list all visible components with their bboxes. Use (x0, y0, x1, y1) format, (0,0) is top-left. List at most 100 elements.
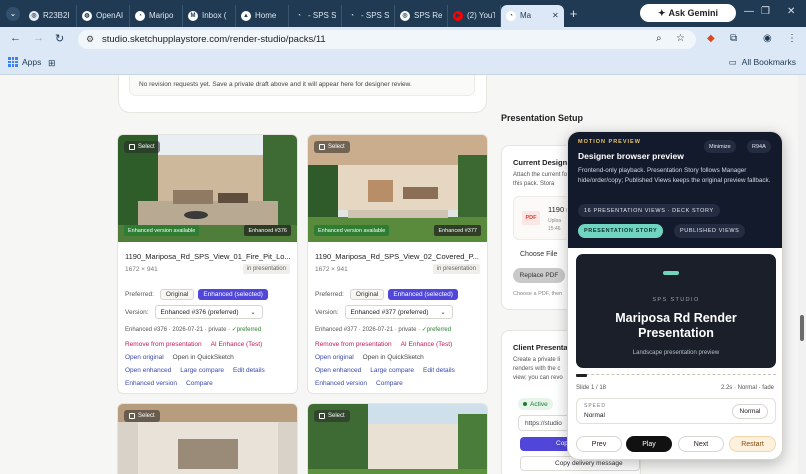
slide-progress-track[interactable] (576, 374, 776, 377)
tab-favicon-icon: ◔ (506, 10, 516, 21)
open-quicksketch-link[interactable]: Open in QuickSketch (173, 354, 234, 361)
restart-button[interactable]: Restart (729, 436, 776, 452)
tab-published-views[interactable]: PUBLISHED VIEWS (674, 224, 746, 238)
tab-list: ◎ R23B2I ◍ OpenAI ◔ Maripo M Inbox (▲ Home ◔ - SPS… (24, 1, 564, 27)
select-checkbox[interactable]: Select (314, 141, 350, 153)
tab-groups-icon[interactable]: ⊞ (48, 58, 56, 69)
url-text[interactable]: studio.sketchupplaystore.com/render-stud… (102, 34, 326, 45)
back-icon[interactable]: ← (10, 32, 21, 44)
version-select[interactable]: Enhanced #377 (preferred) ⌄ (344, 305, 453, 319)
browser-tab[interactable]: M Inbox ( (183, 4, 236, 27)
select-checkbox[interactable]: Select (124, 410, 160, 422)
render-card: Select (117, 403, 298, 474)
choose-file-button[interactable]: Choose File (520, 251, 557, 258)
select-checkbox[interactable]: Select (124, 141, 160, 153)
tab-favicon-icon: ◎ (400, 10, 410, 21)
enhanced-version-link[interactable]: Enhanced version (315, 380, 367, 387)
select-checkbox[interactable]: Select (314, 410, 350, 422)
version-select[interactable]: Enhanced #376 (preferred) ⌄ (154, 305, 263, 319)
render-thumbnail[interactable]: Select (308, 404, 487, 474)
browser-tab[interactable]: ▲ Home (236, 4, 289, 27)
slide-title-line: Mariposa Rd Render (615, 311, 737, 325)
replace-pdf-button[interactable]: Replace PDF (513, 268, 565, 283)
preferred-row: Preferred: Original Enhanced (selected) (315, 289, 458, 300)
link-row: Open original Open in QuickSketch (315, 354, 433, 361)
page-scrollbar[interactable] (798, 75, 806, 474)
restore-window-icon[interactable]: ❐ (761, 6, 770, 17)
open-original-link[interactable]: Open original (315, 354, 354, 361)
original-chip[interactable]: Original (159, 289, 195, 300)
edit-details-link[interactable]: Edit details (423, 367, 455, 374)
tab-title: Home (255, 11, 277, 20)
bookmark-star-icon[interactable]: ☆ (676, 33, 685, 44)
minimize-window-icon[interactable]: — (744, 6, 754, 17)
profile-avatar-icon[interactable]: ◉ (763, 33, 772, 44)
browser-tab[interactable]: ◎ SPS Ren (395, 4, 448, 27)
browser-tab[interactable]: ◔ Maripo (130, 4, 183, 27)
all-bookmarks[interactable]: ▭ All Bookmarks (729, 57, 796, 68)
browser-tab[interactable]: ◔ - SPS St (289, 4, 342, 27)
play-button[interactable]: Play (626, 436, 672, 452)
remove-from-presentation-link[interactable]: Remove from presentation (125, 341, 202, 348)
render-card: Select (307, 403, 488, 474)
remove-from-presentation-link[interactable]: Remove from presentation (315, 341, 392, 348)
enhanced-selected-chip[interactable]: Enhanced (selected) (198, 289, 268, 300)
enhanced-version-link[interactable]: Enhanced version (125, 380, 177, 387)
browser-tab[interactable]: ◎ R23B2I (24, 4, 77, 27)
tab-presentation-story[interactable]: PRESENTATION STORY (578, 224, 664, 238)
zoom-icon[interactable]: ⌕ (656, 33, 662, 44)
render-thumbnail[interactable]: Select Enhanced version available Enhanc… (308, 135, 487, 242)
ai-enhance-link[interactable]: AI Enhance (Test) (401, 341, 453, 348)
checkbox-icon (129, 144, 135, 150)
version-label: Version: (315, 308, 339, 316)
chevron-down-icon: ⌄ (440, 309, 446, 316)
extensions-puzzle-icon[interactable]: ⧉ (730, 33, 737, 44)
ai-enhance-link[interactable]: AI Enhance (Test) (211, 341, 263, 348)
slide-counter: Slide 1 / 18 (576, 385, 607, 391)
prev-button[interactable]: Prev (576, 436, 622, 452)
render-thumbnail[interactable]: Select Enhanced version available Enhanc… (118, 135, 297, 242)
reload-icon[interactable]: ↻ (55, 32, 64, 45)
browser-menu-icon[interactable]: ⋮ (787, 33, 797, 44)
large-compare-link[interactable]: Large compare (180, 367, 224, 374)
active-label: Active (530, 400, 548, 408)
close-window-icon[interactable]: ✕ (787, 6, 795, 17)
open-original-link[interactable]: Open original (125, 354, 164, 361)
compare-link[interactable]: Compare (186, 380, 213, 387)
revision-empty-state: No revision requests yet. Save a private… (129, 75, 475, 96)
next-button[interactable]: Next (678, 436, 724, 452)
browser-tab[interactable]: ◔ - SPS St (342, 4, 395, 27)
open-enhanced-link[interactable]: Open enhanced (315, 367, 361, 374)
speed-select-button[interactable]: Normal (732, 404, 768, 419)
compare-link[interactable]: Compare (376, 380, 403, 387)
in-presentation-badge: in presentation (242, 264, 290, 274)
open-enhanced-link[interactable]: Open enhanced (125, 367, 171, 374)
scrollbar-thumb[interactable] (800, 315, 804, 341)
in-presentation-badge: in presentation (432, 264, 480, 274)
tab-search-icon[interactable]: ⌄ (6, 6, 20, 21)
extension-fox-icon[interactable]: ◆ (707, 33, 715, 44)
site-info-icon[interactable]: ⚙ (86, 34, 96, 45)
new-tab-icon[interactable]: + (570, 6, 578, 21)
select-label: Select (138, 144, 155, 150)
motion-preview-kicker: MOTION PREVIEW (578, 139, 641, 145)
browser-tab[interactable]: ▶ (2) YouT (448, 4, 501, 27)
enhanced-number-badge: Enhanced #376 (244, 225, 291, 236)
original-chip[interactable]: Original (349, 289, 385, 300)
ask-gemini-button[interactable]: ✦ Ask Gemini (640, 4, 736, 22)
speed-control: SPEED Normal Normal (576, 398, 776, 424)
bookmark-apps[interactable]: Apps (8, 57, 41, 67)
slide-timing: 2.2s · Normal · fade (720, 385, 774, 391)
open-quicksketch-link[interactable]: Open in QuickSketch (363, 354, 424, 361)
render-thumbnail[interactable]: Select (118, 404, 297, 474)
browser-tab[interactable]: ◔ Ma ✕ (501, 4, 564, 27)
minimize-button[interactable]: Minimize (704, 140, 736, 153)
omnibox[interactable]: ⚙ studio.sketchupplaystore.com/render-st… (78, 30, 696, 49)
edit-details-link[interactable]: Edit details (233, 367, 265, 374)
close-tab-icon[interactable]: ✕ (552, 11, 559, 20)
large-compare-link[interactable]: Large compare (370, 367, 414, 374)
motion-preview-panel: MOTION PREVIEW Designer browser preview … (567, 131, 783, 460)
forward-icon[interactable]: → (33, 32, 44, 44)
browser-tab[interactable]: ◍ OpenAI (77, 4, 130, 27)
enhanced-selected-chip[interactable]: Enhanced (selected) (388, 289, 458, 300)
